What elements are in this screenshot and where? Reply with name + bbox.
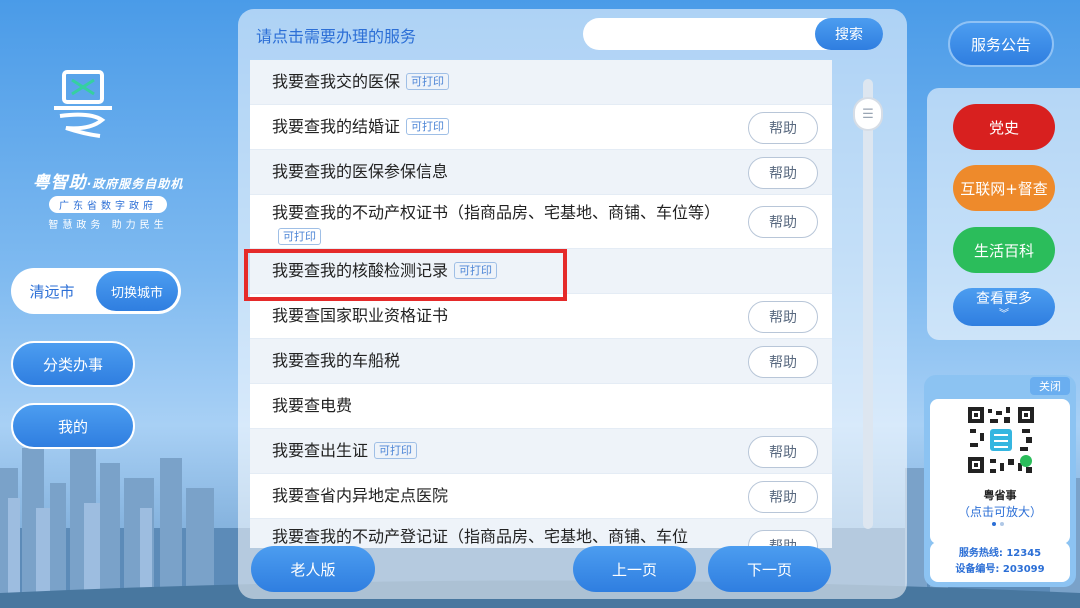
brand-tagline: ·政府服务自助机 [86,177,184,191]
help-button[interactable]: 帮助 [748,206,818,238]
service-notice-button[interactable]: 服务公告 [948,21,1054,67]
service-label: 我要查出生证 可打印 [272,439,418,463]
left-panel: 粤智助·政府服务自助机 广东省数字政府 智慧政务 助力民生 清远市 切换城市 分… [0,0,215,608]
page-title: 请点击需要办理的服务 [256,27,417,46]
printable-badge: 可打印 [406,73,450,90]
service-label-text: 我要查省内异地定点医院 [272,486,449,505]
service-row[interactable]: 我要查我的车船税 帮助 [250,339,832,384]
qr-enlarge-hint: （点击可放大） [957,505,1042,519]
right-panel: 服务公告 党史 互联网+督查 生活百科 查看更多 ︾ 关闭 粤省事 （点击可放大… [924,0,1080,608]
my-account-button[interactable]: 我的 [11,403,135,449]
service-label: 我要查我交的医保 可打印 [272,70,450,94]
service-label-text: 我要查我交的医保 [272,72,401,91]
brand-org: 广东省数字政府 [49,196,167,213]
party-history-button[interactable]: 党史 [953,104,1055,150]
service-row[interactable]: 我要查我的不动产权证书（指商品房、宅基地、商铺、车位等） 可打印 帮助 [250,195,832,249]
yue-logo-icon [54,70,112,138]
device-info: 服务热线: 12345 设备编号: 203099 [930,542,1070,582]
service-label-text: 我要查出生证 [272,441,369,460]
current-city: 清远市 [29,282,75,301]
help-button[interactable]: 帮助 [748,436,818,468]
service-label: 我要查我的结婚证 可打印 [272,115,450,139]
service-label: 我要查省内异地定点医院 [272,484,448,508]
search-bar: 搜索 [583,18,883,50]
grip-icon: ☰ [862,106,874,122]
brand-block: 粤智助·政府服务自助机 广东省数字政府 智慧政务 助力民生 [8,168,208,231]
switch-city-button[interactable]: 切换城市 [96,271,178,311]
help-button[interactable]: 帮助 [748,346,818,378]
service-label-text: 我要查我的不动产登记证（指商品房、宅基地、商铺、车位 [272,527,689,546]
qr-code-icon [964,403,1038,477]
qr-card: 关闭 粤省事 （点击可放大） 服务热线: 12345 设备编号: 203099 [924,375,1076,587]
carousel-dots [992,522,1004,526]
brand-slogan: 智慧政务 助力民生 [48,220,168,231]
view-more-label: 查看更多 [976,291,1032,307]
highlight-box [244,249,567,301]
life-encyclopedia-button[interactable]: 生活百科 [953,227,1055,273]
printable-badge: 可打印 [406,118,450,135]
quick-links-panel: 党史 互联网+督查 生活百科 查看更多 ︾ [927,88,1080,340]
service-list: 我要查我交的医保 可打印 我要查我的结婚证 可打印 帮助 我要查我的医保参保信息 帮助 我要查… [250,60,832,548]
service-label-text: 我要查我的医保参保信息 [272,162,449,181]
service-row[interactable]: 我要查我的不动产登记证（指商品房、宅基地、商铺、车位 帮助 [250,519,832,548]
view-more-button[interactable]: 查看更多 ︾ [953,288,1055,326]
category-services-button[interactable]: 分类办事 [11,341,135,387]
prev-page-button[interactable]: 上一页 [573,546,696,592]
service-row[interactable]: 我要查出生证 可打印 帮助 [250,429,832,474]
brand-name: 粤智助 [32,173,87,193]
service-row[interactable]: 我要查我的医保参保信息 帮助 [250,150,832,195]
service-list-panel: 请点击需要办理的服务 搜索 我要查我交的医保 可打印 我要查我的结婚证 可打印 帮助 我要… [238,9,907,599]
next-page-button[interactable]: 下一页 [708,546,831,592]
service-row[interactable]: 我要查省内异地定点医院 帮助 [250,474,832,519]
service-label: 我要查我的不动产登记证（指商品房、宅基地、商铺、车位 [272,525,688,548]
elderly-mode-button[interactable]: 老人版 [251,546,375,592]
help-button[interactable]: 帮助 [748,112,818,144]
service-row[interactable]: 我要查我交的医保 可打印 [250,60,832,105]
printable-badge: 可打印 [278,228,321,245]
qr-app-name: 粤省事 [983,489,1017,502]
close-qr-button[interactable]: 关闭 [1030,377,1070,395]
city-switcher: 清远市 切换城市 [11,268,181,314]
internet-supervision-button[interactable]: 互联网+督查 [953,165,1055,211]
service-row[interactable]: 我要查我的结婚证 可打印 帮助 [250,105,832,150]
service-label-text: 我要查我的车船税 [272,351,401,370]
help-button[interactable]: 帮助 [748,301,818,333]
search-input[interactable] [597,23,807,45]
service-list-header: 请点击需要办理的服务 搜索 [238,9,907,61]
service-row[interactable]: 我要查电费 [250,384,832,429]
help-button[interactable]: 帮助 [748,157,818,189]
service-label: 我要查国家职业资格证书 [272,304,448,328]
help-button[interactable]: 帮助 [748,481,818,513]
scrollbar-thumb[interactable]: ☰ [853,97,883,131]
service-hotline: 服务热线: 12345 [958,548,1042,559]
qr-content[interactable]: 粤省事 （点击可放大） [930,399,1070,544]
double-chevron-down-icon: ︾ [999,309,1009,320]
service-label-text: 我要查我的不动产权证书（指商品房、宅基地、商铺、车位等） [272,203,721,222]
service-label-text: 我要查我的结婚证 [272,117,401,136]
scrollbar-track[interactable] [863,79,873,529]
service-label: 我要查我的车船税 [272,349,400,373]
service-label-text: 我要查国家职业资格证书 [272,306,449,325]
printable-badge: 可打印 [374,442,418,459]
service-label: 我要查我的医保参保信息 [272,160,448,184]
search-button[interactable]: 搜索 [815,18,883,50]
service-label: 我要查电费 [272,394,352,418]
service-label: 我要查我的不动产权证书（指商品房、宅基地、商铺、车位等） 可打印 [272,201,742,249]
service-label-text: 我要查电费 [272,396,353,415]
device-number: 设备编号: 203099 [955,564,1045,575]
